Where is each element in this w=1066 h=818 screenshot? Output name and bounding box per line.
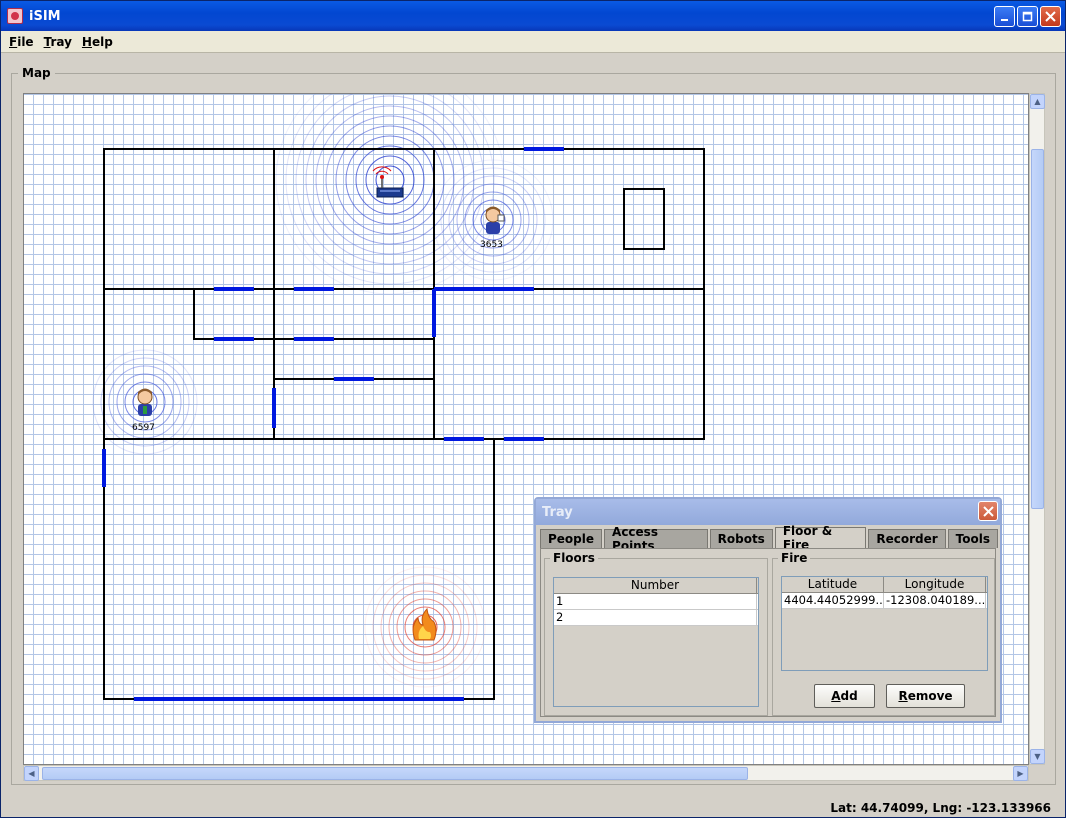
close-icon bbox=[982, 505, 994, 517]
title-bar[interactable]: iSIM bbox=[1, 1, 1065, 31]
menu-file-mnemonic: F bbox=[9, 34, 18, 49]
coordinates-readout: Lat: 44.74099, Lng: -123.133966 bbox=[830, 801, 1051, 815]
app-window: iSIM File Tray Help Map 3653 6597 ▲ ▼ ◀ … bbox=[0, 0, 1066, 818]
person-6597-avatar-icon[interactable] bbox=[137, 388, 153, 417]
tray-title: Tray bbox=[542, 504, 573, 520]
fire-group: Fire Latitude Longitude 4404.44052999...… bbox=[772, 551, 995, 716]
floors-legend: Floors bbox=[550, 551, 598, 565]
table-row[interactable]: 2 bbox=[554, 610, 758, 626]
menu-help-label: elp bbox=[91, 34, 113, 49]
floor-fire-panel: Floors Number 1 2 Fire Latitude Longitud… bbox=[540, 548, 996, 717]
map-legend: Map bbox=[18, 66, 55, 80]
fire-column-latitude[interactable]: Latitude bbox=[782, 577, 884, 592]
person-3653-label: 3653 bbox=[480, 240, 503, 250]
person-3653-avatar-icon[interactable] bbox=[485, 206, 505, 235]
scroll-left-button[interactable]: ◀ bbox=[24, 766, 39, 781]
menu-file-label: ile bbox=[17, 34, 34, 49]
scroll-right-button[interactable]: ▶ bbox=[1013, 766, 1028, 781]
tab-people[interactable]: People bbox=[540, 529, 603, 548]
floors-group: Floors Number 1 2 bbox=[544, 551, 768, 716]
remove-fire-button[interactable]: Remove bbox=[886, 684, 965, 708]
minimize-icon bbox=[1001, 18, 1008, 21]
fire-longitude-cell: -12308.040189... bbox=[886, 593, 986, 608]
table-row[interactable]: 4404.44052999... -12308.040189... bbox=[782, 593, 987, 609]
fire-table-header: Latitude Longitude bbox=[782, 577, 987, 593]
tab-recorder[interactable]: Recorder bbox=[868, 529, 946, 548]
fire-legend: Fire bbox=[778, 551, 811, 565]
maximize-button[interactable] bbox=[1017, 5, 1038, 27]
floors-column-number[interactable]: Number bbox=[554, 578, 757, 593]
add-label: dd bbox=[840, 689, 858, 703]
tray-title-bar[interactable]: Tray bbox=[536, 499, 1000, 525]
menu-tray-label: ray bbox=[50, 34, 72, 49]
menu-file[interactable]: File bbox=[9, 35, 34, 49]
remove-label: emove bbox=[907, 689, 953, 703]
vertical-scroll-thumb[interactable] bbox=[1031, 149, 1044, 509]
tab-floor-fire[interactable]: Floor & Fire bbox=[774, 524, 867, 552]
vertical-scrollbar[interactable]: ▲ ▼ bbox=[1029, 93, 1045, 765]
fire-latitude-cell: 4404.44052999... bbox=[784, 593, 884, 608]
table-row[interactable]: 1 bbox=[554, 594, 758, 610]
remove-mnemonic: R bbox=[898, 689, 908, 703]
maximize-icon bbox=[1022, 11, 1033, 21]
fire-column-longitude[interactable]: Longitude bbox=[884, 577, 986, 592]
tab-tools[interactable]: Tools bbox=[947, 529, 998, 548]
window-title: iSIM bbox=[29, 8, 61, 24]
person-6597-label: 6597 bbox=[132, 423, 155, 433]
tab-robots[interactable]: Robots bbox=[709, 529, 773, 548]
scroll-up-button[interactable]: ▲ bbox=[1030, 94, 1045, 109]
fire-table[interactable]: Latitude Longitude 4404.44052999... -123… bbox=[781, 576, 988, 671]
close-button[interactable] bbox=[1040, 5, 1061, 27]
tray-dialog: Tray People Access Points Robots Floor &… bbox=[534, 497, 1002, 723]
floor-cell: 2 bbox=[554, 610, 757, 625]
floors-table-header: Number bbox=[554, 578, 758, 594]
fire-icon[interactable] bbox=[412, 607, 437, 641]
floor-cell: 1 bbox=[554, 594, 757, 609]
floors-table[interactable]: Number 1 2 bbox=[553, 577, 759, 707]
scroll-down-button[interactable]: ▼ bbox=[1030, 749, 1045, 764]
menu-help[interactable]: Help bbox=[82, 35, 113, 49]
close-icon bbox=[1045, 10, 1056, 22]
access-point-router-icon[interactable] bbox=[372, 166, 404, 198]
horizontal-scrollbar[interactable]: ◀ ▶ bbox=[23, 765, 1029, 781]
menu-bar: File Tray Help bbox=[1, 31, 1065, 53]
tab-access-points[interactable]: Access Points bbox=[604, 525, 708, 553]
minimize-button[interactable] bbox=[994, 5, 1015, 27]
menu-tray[interactable]: Tray bbox=[44, 35, 72, 49]
add-fire-button[interactable]: Add bbox=[814, 684, 875, 708]
tray-close-button[interactable] bbox=[978, 501, 998, 521]
menu-help-mnemonic: H bbox=[81, 34, 92, 49]
tray-tabs: People Access Points Robots Floor & Fire… bbox=[540, 524, 1000, 553]
horizontal-scroll-thumb[interactable] bbox=[42, 767, 748, 780]
add-mnemonic: A bbox=[831, 689, 841, 703]
status-bar: Lat: 44.74099, Lng: -123.133966 bbox=[1, 798, 1065, 818]
isim-app-icon bbox=[7, 8, 23, 24]
